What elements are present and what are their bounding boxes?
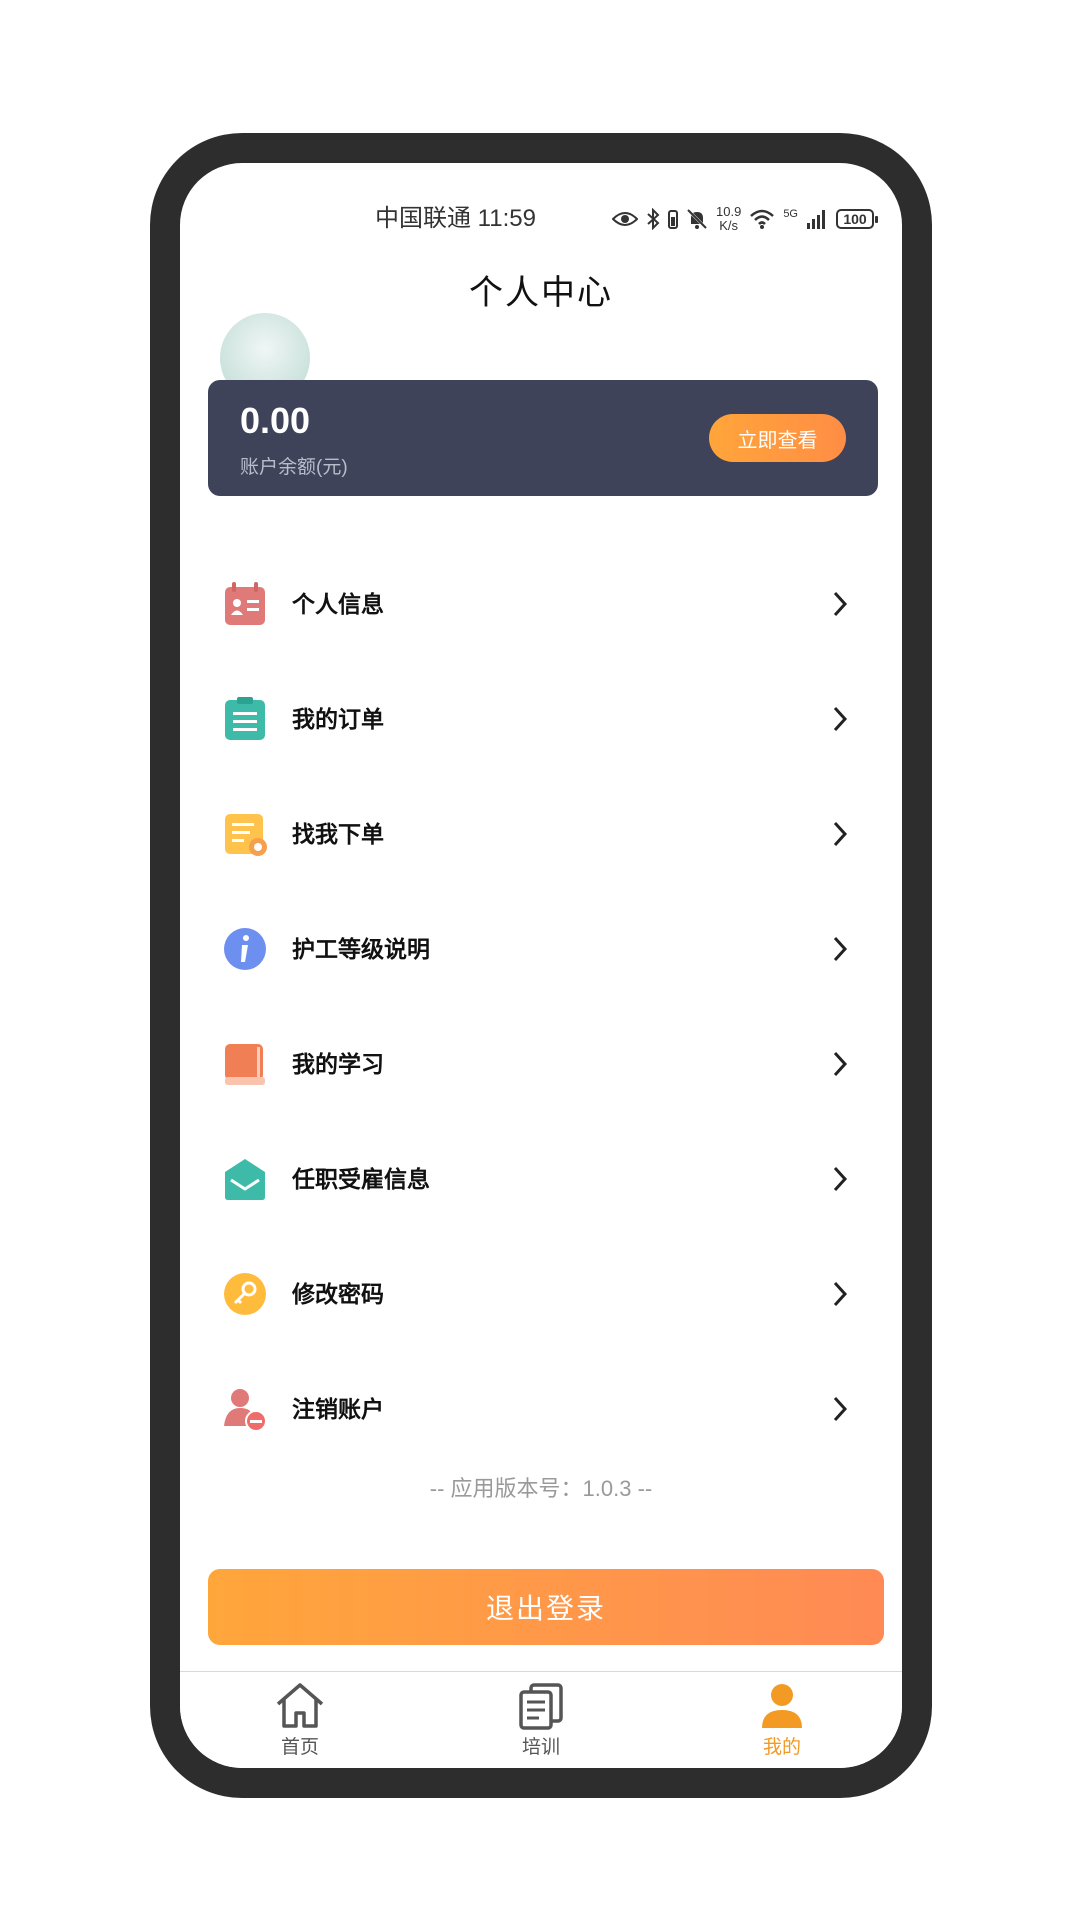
list-order-icon — [225, 814, 267, 856]
documents-icon — [519, 1683, 563, 1730]
page-title: 个人中心 — [469, 274, 613, 312]
balance-label: 账户余额(元) — [240, 457, 348, 478]
chevron-right-icon — [833, 706, 848, 732]
home-icon — [276, 1683, 324, 1728]
tab-label: 首页 — [280, 1737, 319, 1758]
clipboard-icon — [225, 697, 265, 740]
info-icon — [224, 928, 266, 970]
tab-home[interactable]: 首页 — [240, 1682, 360, 1759]
menu-item-my-orders[interactable]: 我的订单 — [180, 661, 902, 776]
chevron-right-icon — [833, 591, 848, 617]
menu-item-caregiver-level[interactable]: 护工等级说明 — [180, 891, 902, 1006]
chevron-right-icon — [833, 1396, 848, 1422]
menu-item-find-me-order[interactable]: 找我下单 — [180, 776, 902, 891]
network-type: 5G — [783, 208, 798, 220]
tab-bar: 首页 培训 我的 — [180, 1671, 902, 1768]
balance-amount: 0.00 — [240, 400, 311, 441]
book-icon — [225, 1044, 265, 1085]
battery-indicator: 100 — [836, 209, 878, 229]
battery-small-icon — [668, 210, 678, 229]
logout-button[interactable]: 退出登录 — [208, 1569, 884, 1645]
carrier-time: 中国联通 11:59 — [375, 205, 536, 232]
chevron-right-icon — [833, 1051, 848, 1077]
menu-label: 修改密码 — [292, 1281, 384, 1307]
menu-label: 任职受雇信息 — [292, 1166, 430, 1192]
menu-label: 我的订单 — [292, 706, 384, 732]
envelope-icon — [225, 1159, 265, 1200]
mute-bell-icon — [686, 208, 708, 230]
tab-label: 我的 — [762, 1737, 801, 1758]
menu-label: 个人信息 — [292, 591, 384, 617]
tab-training[interactable]: 培训 — [481, 1682, 601, 1759]
chevron-right-icon — [833, 936, 848, 962]
status-bar: 中国联通 11:59 10.9 K/s 5G 100 — [180, 199, 902, 239]
menu-item-personal-info[interactable]: 个人信息 — [180, 546, 902, 661]
menu-item-cancel-account[interactable]: 注销账户 — [180, 1351, 902, 1466]
wifi-icon — [750, 209, 775, 229]
view-balance-button[interactable]: 立即查看 — [709, 414, 846, 462]
chevron-right-icon — [833, 821, 848, 847]
balance-card: 0.00 账户余额(元) 立即查看 — [208, 380, 878, 496]
menu-item-my-learning[interactable]: 我的学习 — [180, 1006, 902, 1121]
tab-mine[interactable]: 我的 — [722, 1682, 842, 1759]
eye-icon — [612, 212, 638, 226]
menu-label: 护工等级说明 — [292, 936, 430, 962]
chevron-right-icon — [833, 1281, 848, 1307]
menu-list: 个人信息 我的订单 找我下单 护工等级说明 我的学习 任职受雇信息 修改密码 注… — [180, 546, 902, 1466]
signal-icon — [807, 210, 825, 229]
menu-label: 我的学习 — [292, 1051, 384, 1077]
bluetooth-icon — [647, 208, 660, 230]
tab-label: 培训 — [521, 1737, 560, 1758]
menu-item-change-password[interactable]: 修改密码 — [180, 1236, 902, 1351]
menu-label: 注销账户 — [292, 1396, 384, 1422]
key-icon — [224, 1273, 266, 1315]
menu-label: 找我下单 — [292, 821, 384, 847]
id-card-icon — [225, 582, 265, 625]
net-speed: 10.9 K/s — [716, 204, 742, 233]
screen: 中国联通 11:59 10.9 K/s 5G 100 个人中心 0.00 账户余额… — [180, 163, 902, 1768]
menu-item-employment-info[interactable]: 任职受雇信息 — [180, 1121, 902, 1236]
user-remove-icon — [224, 1389, 267, 1432]
app-version: -- 应用版本号：1.0.3 -- — [429, 1476, 653, 1501]
user-icon — [762, 1684, 802, 1728]
chevron-right-icon — [833, 1166, 848, 1192]
